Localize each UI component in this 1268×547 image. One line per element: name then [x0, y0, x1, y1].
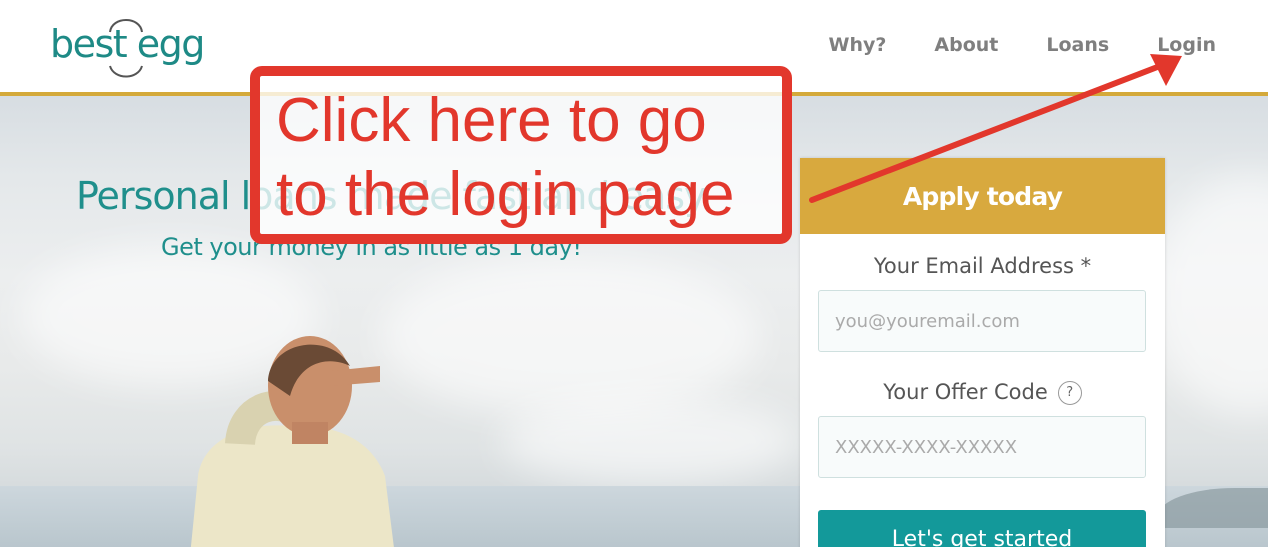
offer-code-field[interactable] [818, 416, 1146, 478]
offer-code-label-row: Your Offer Code? [800, 380, 1165, 405]
cloud [500, 396, 800, 486]
apply-header: Apply today [800, 158, 1165, 234]
annotation-text: Click here to go to the login page [276, 86, 735, 229]
logo[interactable]: best egg [48, 8, 208, 80]
annotation-callout: Click here to go to the login page [250, 66, 792, 244]
main-nav: Why? About Loans Login [829, 34, 1217, 56]
email-field[interactable] [818, 290, 1146, 352]
apply-heading: Apply today [902, 181, 1063, 211]
nav-why[interactable]: Why? [829, 34, 887, 56]
apply-form-card: Apply today Your Email Address * Your Of… [800, 158, 1165, 547]
man-photo [190, 336, 394, 547]
offer-code-label: Your Offer Code [883, 380, 1048, 404]
help-icon[interactable]: ? [1057, 381, 1082, 405]
nav-login[interactable]: Login [1157, 34, 1216, 56]
get-started-button[interactable]: Let's get started [818, 510, 1146, 547]
nav-loans[interactable]: Loans [1046, 34, 1109, 56]
email-label: Your Email Address * [873, 254, 1092, 278]
cloud [1150, 176, 1268, 416]
logo-text: best egg [50, 22, 205, 66]
nav-about[interactable]: About [934, 34, 998, 56]
